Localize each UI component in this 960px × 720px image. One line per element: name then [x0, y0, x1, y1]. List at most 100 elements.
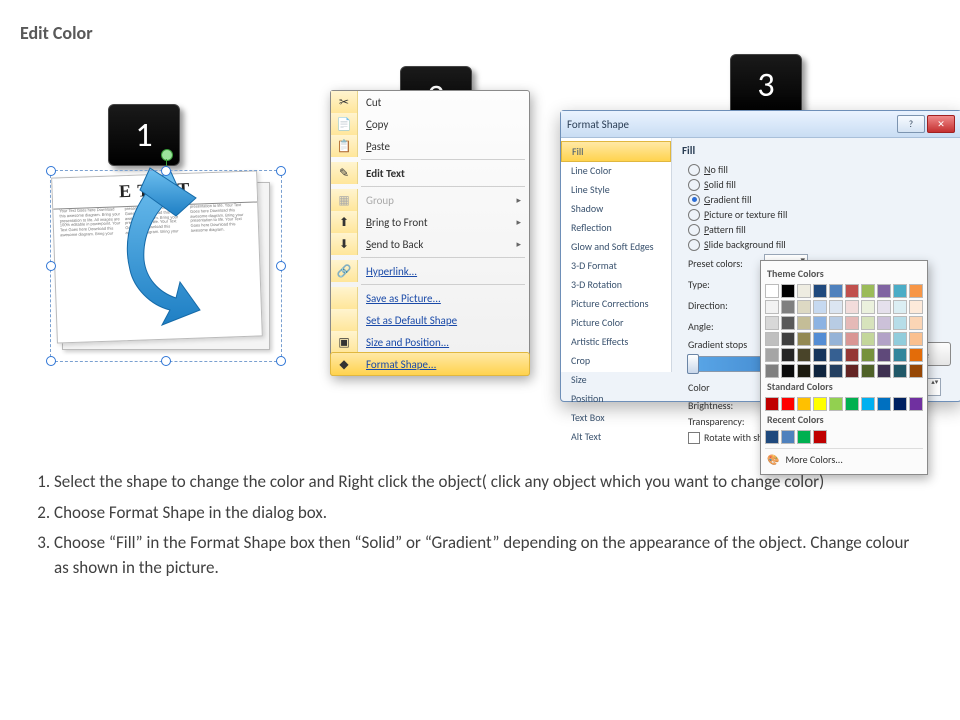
color-swatch[interactable]	[829, 332, 843, 346]
color-swatch[interactable]	[877, 397, 891, 411]
color-swatch[interactable]	[781, 430, 795, 444]
context-menu-item[interactable]: Set as Default Shape	[331, 309, 529, 331]
category-item[interactable]: Reflection	[561, 218, 671, 237]
color-swatch[interactable]	[861, 397, 875, 411]
color-swatch[interactable]	[765, 430, 779, 444]
rotate-handle[interactable]	[161, 149, 173, 161]
color-swatch[interactable]	[893, 364, 907, 378]
color-swatch[interactable]	[765, 348, 779, 362]
color-swatch[interactable]	[845, 364, 859, 378]
color-swatch[interactable]	[813, 364, 827, 378]
help-button[interactable]: ?	[897, 115, 925, 133]
color-swatch[interactable]	[893, 300, 907, 314]
color-swatch[interactable]	[861, 300, 875, 314]
color-swatch[interactable]	[909, 300, 923, 314]
color-swatch[interactable]	[909, 397, 923, 411]
color-swatch[interactable]	[845, 332, 859, 346]
color-swatch[interactable]	[893, 397, 907, 411]
color-swatch[interactable]	[829, 284, 843, 298]
color-swatch[interactable]	[813, 300, 827, 314]
color-swatch[interactable]	[813, 332, 827, 346]
context-menu-item[interactable]: ✎Edit Text	[331, 162, 529, 184]
fill-radio-row[interactable]: No fill	[688, 163, 951, 176]
category-item[interactable]: Text Box	[561, 408, 671, 427]
category-item[interactable]: 3-D Format	[561, 256, 671, 275]
resize-handle[interactable]	[161, 356, 171, 366]
color-swatch[interactable]	[765, 332, 779, 346]
color-swatch[interactable]	[877, 284, 891, 298]
resize-handle[interactable]	[46, 261, 56, 271]
context-menu-item[interactable]: 📄Copy	[331, 113, 529, 135]
context-menu-item[interactable]: ◆Format Shape...	[330, 352, 530, 376]
category-item[interactable]: Size	[561, 370, 671, 389]
color-swatch[interactable]	[909, 348, 923, 362]
context-menu-item[interactable]: Save as Picture...	[331, 287, 529, 309]
color-swatch[interactable]	[893, 284, 907, 298]
category-item[interactable]: Picture Corrections	[561, 294, 671, 313]
window-close-button[interactable]: ✕	[927, 115, 955, 133]
color-swatch[interactable]	[877, 300, 891, 314]
resize-handle[interactable]	[276, 166, 286, 176]
color-swatch[interactable]	[877, 332, 891, 346]
color-swatch[interactable]	[845, 300, 859, 314]
gradient-stop[interactable]	[687, 354, 699, 374]
color-swatch[interactable]	[877, 364, 891, 378]
fill-radio-row[interactable]: Pattern fill	[688, 223, 951, 236]
color-swatch[interactable]	[797, 397, 811, 411]
color-swatch[interactable]	[861, 316, 875, 330]
color-swatch[interactable]	[797, 430, 811, 444]
color-swatch[interactable]	[893, 332, 907, 346]
category-item[interactable]: Line Color	[561, 161, 671, 180]
color-swatch[interactable]	[813, 430, 827, 444]
color-swatch[interactable]	[861, 364, 875, 378]
context-menu-item[interactable]: ⬇Send to Back▸	[331, 233, 529, 255]
color-swatch[interactable]	[781, 316, 795, 330]
category-item[interactable]: Shadow	[561, 199, 671, 218]
fill-radio-row[interactable]: Slide background fill	[688, 238, 951, 251]
color-swatch[interactable]	[797, 348, 811, 362]
category-item[interactable]: Crop	[561, 351, 671, 370]
color-swatch[interactable]	[829, 364, 843, 378]
color-swatch[interactable]	[781, 300, 795, 314]
color-swatch[interactable]	[797, 364, 811, 378]
color-swatch[interactable]	[781, 364, 795, 378]
resize-handle[interactable]	[276, 261, 286, 271]
color-swatch[interactable]	[829, 316, 843, 330]
color-swatch[interactable]	[765, 397, 779, 411]
context-menu-item[interactable]: ▣Size and Position...	[331, 331, 529, 353]
category-item[interactable]: Artistic Effects	[561, 332, 671, 351]
resize-handle[interactable]	[161, 166, 171, 176]
color-swatch[interactable]	[909, 284, 923, 298]
category-item[interactable]: Fill	[561, 141, 671, 162]
color-swatch[interactable]	[813, 348, 827, 362]
color-swatch[interactable]	[797, 332, 811, 346]
color-swatch[interactable]	[765, 364, 779, 378]
color-swatch[interactable]	[813, 316, 827, 330]
color-swatch[interactable]	[845, 348, 859, 362]
color-swatch[interactable]	[781, 332, 795, 346]
color-swatch[interactable]	[861, 332, 875, 346]
resize-handle[interactable]	[276, 356, 286, 366]
fill-radio-row[interactable]: Picture or texture fill	[688, 208, 951, 221]
color-swatch[interactable]	[797, 284, 811, 298]
category-item[interactable]: Position	[561, 389, 671, 408]
color-swatch[interactable]	[829, 300, 843, 314]
color-swatch[interactable]	[877, 348, 891, 362]
color-swatch[interactable]	[813, 284, 827, 298]
context-menu-item[interactable]: ⬆Bring to Front▸	[331, 211, 529, 233]
fill-radio-row[interactable]: Gradient fill	[688, 193, 951, 206]
context-menu-item[interactable]: ✂Cut	[331, 91, 529, 113]
color-swatch[interactable]	[845, 316, 859, 330]
color-swatch[interactable]	[845, 397, 859, 411]
rotate-checkbox[interactable]	[688, 432, 700, 444]
resize-handle[interactable]	[46, 166, 56, 176]
category-item[interactable]: Line Style	[561, 180, 671, 199]
color-swatch[interactable]	[861, 348, 875, 362]
color-swatch[interactable]	[781, 348, 795, 362]
color-swatch[interactable]	[781, 284, 795, 298]
color-swatch[interactable]	[845, 284, 859, 298]
color-swatch[interactable]	[909, 316, 923, 330]
color-swatch[interactable]	[781, 397, 795, 411]
color-swatch[interactable]	[893, 316, 907, 330]
category-item[interactable]: Alt Text	[561, 427, 671, 446]
